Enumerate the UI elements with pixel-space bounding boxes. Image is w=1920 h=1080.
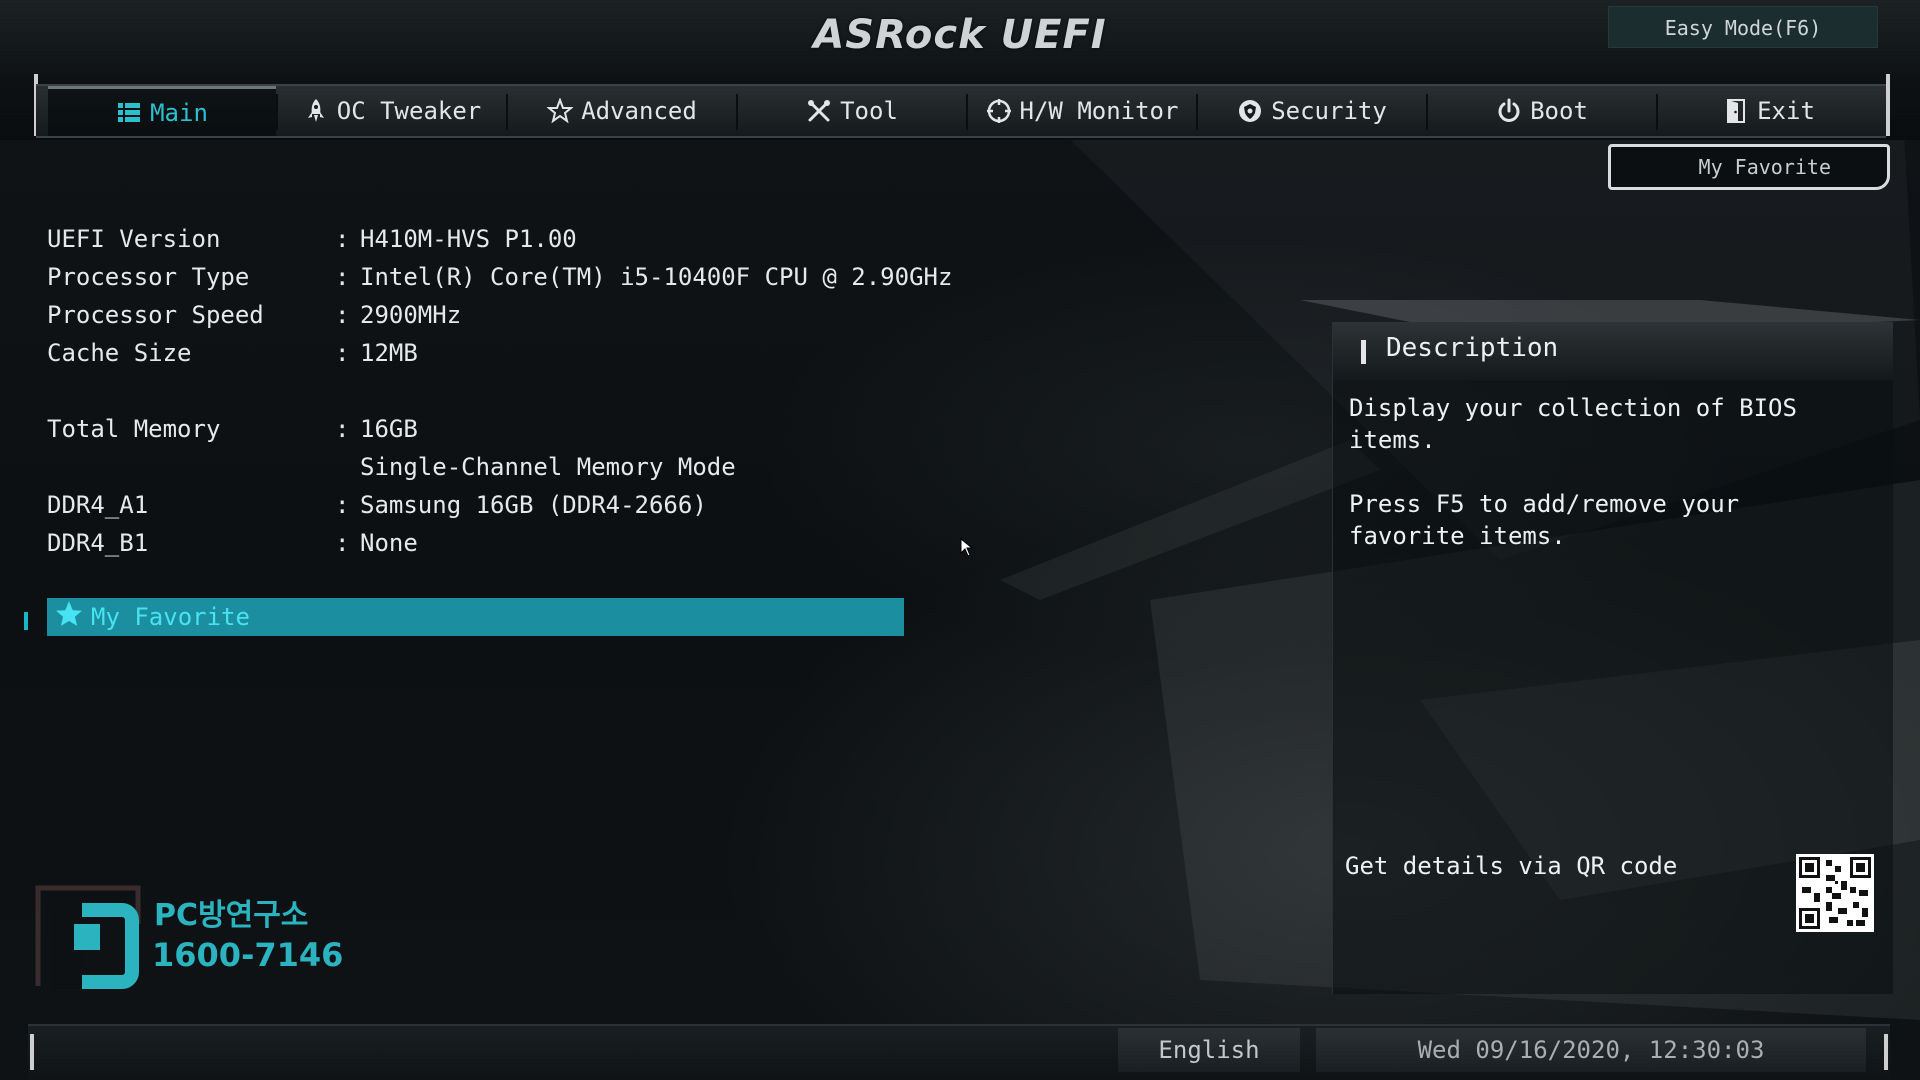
info-label: Total Memory (47, 415, 221, 443)
info-colon: : (335, 529, 350, 557)
tab-hw-monitor-label: H/W Monitor (1019, 97, 1179, 125)
watermark-brand: PC방연구소 (154, 898, 309, 933)
watermark: PC방연구소 1600-7146 (34, 884, 343, 994)
tabbar-right-cap (1886, 74, 1890, 136)
info-value: H410M-HVS P1.00 (360, 225, 577, 253)
qr-code-image (1796, 854, 1874, 932)
tab-main[interactable]: Main (48, 86, 276, 136)
tab-tool-label: Tool (840, 97, 898, 125)
info-colon: : (335, 415, 350, 443)
list-icon (116, 100, 142, 126)
info-label: Processor Type (47, 263, 250, 291)
info-value: 12MB (360, 339, 418, 367)
info-value: 2900MHz (360, 301, 462, 329)
footer-left-cap (30, 1034, 34, 1070)
info-label: Cache Size (47, 339, 192, 367)
date-time-display: Wed 09/16/2020, 12:30:03 (1316, 1028, 1866, 1072)
info-colon: : (335, 263, 350, 291)
tab-security[interactable]: Security (1198, 86, 1426, 136)
info-value: Samsung 16GB (DDR4-2666) (360, 491, 707, 519)
tab-tool[interactable]: Tool (738, 86, 966, 136)
info-value: 16GB (360, 415, 418, 443)
footer-right-cap (1884, 1034, 1888, 1070)
tab-boot[interactable]: Boot (1428, 86, 1656, 136)
tab-main-label: Main (150, 98, 208, 127)
info-label: UEFI Version (47, 225, 221, 253)
tab-exit-label: Exit (1757, 97, 1815, 125)
watermark-phone: 1600-7146 (152, 936, 344, 974)
rocket-icon (303, 98, 329, 124)
info-value: None (360, 529, 418, 557)
tab-advanced-label: Advanced (581, 97, 697, 125)
language-selector[interactable]: English (1118, 1028, 1300, 1072)
tab-oc-tweaker[interactable]: OC Tweaker (278, 86, 506, 136)
info-value: Intel(R) Core(TM) i5-10400F CPU @ 2.90GH… (360, 263, 953, 291)
tab-hw-monitor[interactable]: H/W Monitor (968, 86, 1196, 136)
info-colon: : (335, 339, 350, 367)
memory-mode-value: Single-Channel Memory Mode (360, 453, 736, 481)
star-outline-icon (546, 97, 574, 124)
my-favorite-item[interactable]: My Favorite (47, 598, 904, 636)
info-label: Processor Speed (47, 301, 264, 329)
description-body: Display your collection of BIOS items. P… (1349, 392, 1869, 584)
info-colon: : (335, 491, 350, 519)
easy-mode-button[interactable]: Easy Mode(F6) (1608, 6, 1878, 48)
selection-marker (24, 612, 28, 630)
tab-oc-tweaker-label: OC Tweaker (336, 97, 482, 125)
description-header: Description (1333, 322, 1893, 380)
description-line: Press F5 to add/remove your favorite ite… (1349, 490, 1740, 550)
power-icon (1496, 98, 1522, 124)
info-colon: : (335, 225, 350, 253)
tab-advanced[interactable]: Advanced (508, 86, 736, 136)
tab-security-label: Security (1271, 97, 1387, 125)
info-label: DDR4_B1 (47, 529, 149, 557)
my-favorite-button[interactable]: My Favorite (1608, 144, 1890, 190)
description-title: Description (1386, 333, 1559, 363)
door-exit-icon (1723, 98, 1749, 124)
crosshair-icon (986, 98, 1012, 124)
tab-boot-label: Boot (1530, 97, 1588, 125)
info-colon: : (335, 301, 350, 329)
tools-icon (806, 98, 832, 124)
shield-badge-icon (1237, 98, 1263, 124)
uefi-screen: ASRock UEFI Easy Mode(F6) Main OC Tweake… (0, 0, 1920, 1080)
main-tab-bar: Main OC Tweaker Advanced Tool H/W Monito… (36, 84, 1886, 138)
my-favorite-item-label: My Favorite (91, 603, 250, 631)
tab-exit[interactable]: Exit (1658, 86, 1880, 136)
description-panel: Description Display your collection of B… (1332, 322, 1893, 994)
description-line: Display your collection of BIOS items. (1349, 394, 1797, 454)
header-bar-marker (1361, 340, 1366, 364)
mouse-cursor-icon (960, 538, 974, 557)
qr-code-label: Get details via QR code (1345, 852, 1678, 880)
watermark-logo (35, 885, 141, 990)
info-label: DDR4_A1 (47, 491, 149, 519)
star-icon (55, 600, 83, 634)
